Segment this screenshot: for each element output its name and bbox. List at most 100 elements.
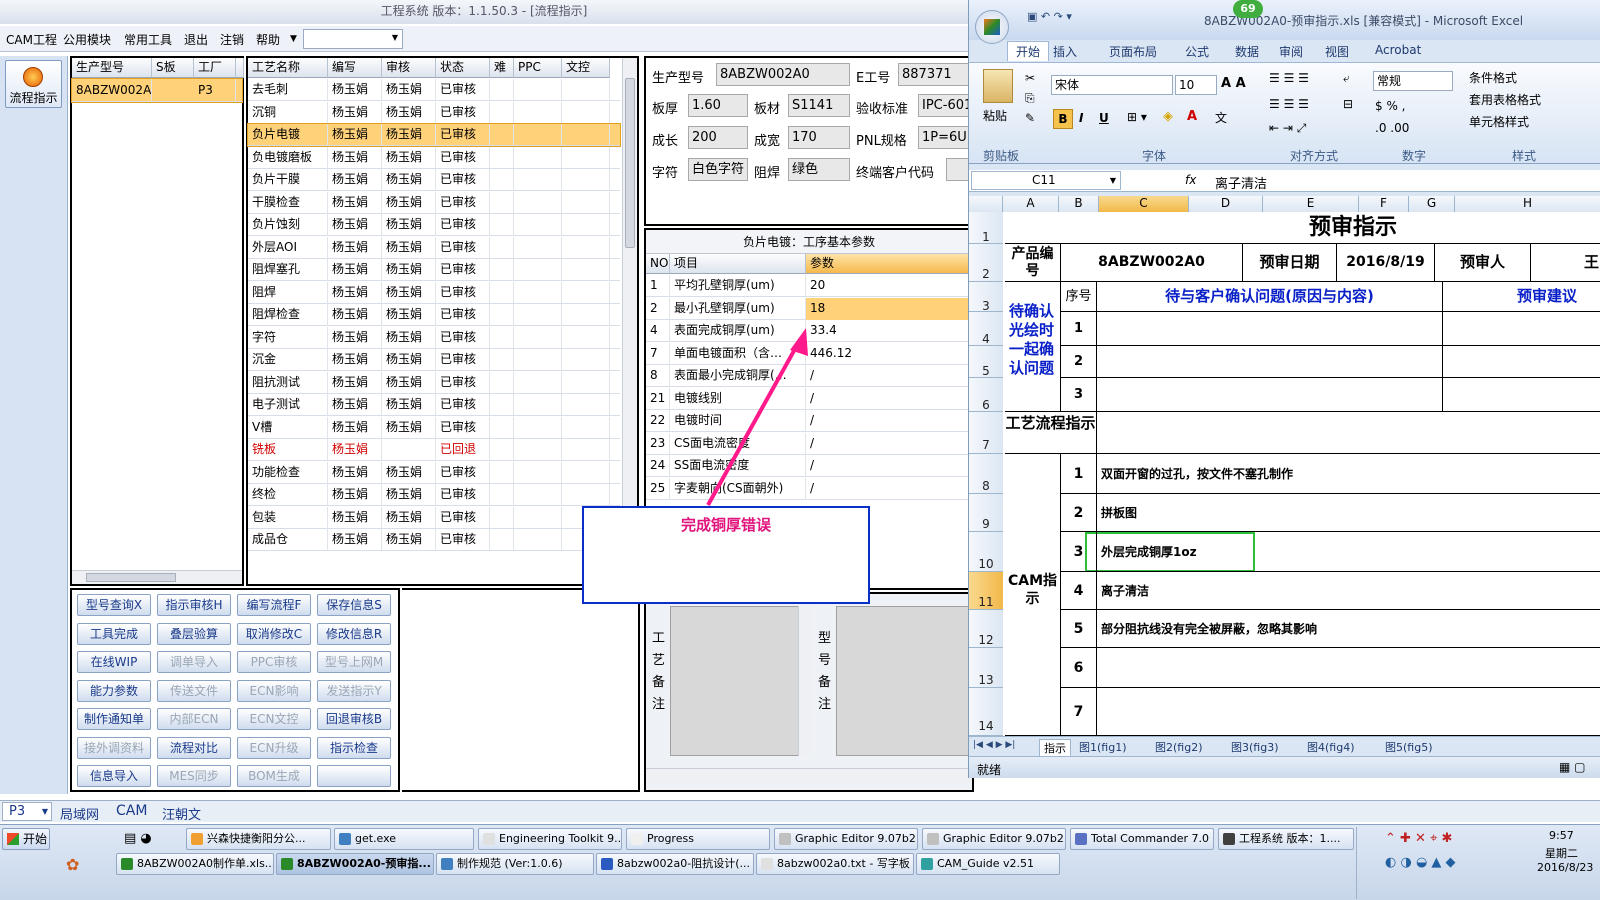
ribbon-tab[interactable]: 审阅 — [1279, 43, 1303, 60]
sheet-title[interactable]: 预审指示 — [1005, 212, 1600, 244]
taskbar-item[interactable]: Graphic Editor 9.07b2... — [922, 828, 1066, 850]
tray-icons-row1[interactable]: ⌃ ✚ ✕ ⌖ ✱ — [1385, 831, 1452, 846]
action-button[interactable]: BOM生成 — [237, 765, 311, 787]
row-header[interactable]: 6 — [969, 378, 1003, 412]
action-button[interactable]: PPC审核 — [237, 651, 311, 673]
table-row[interactable]: 功能检查 杨玉娟 杨玉娟 已审核 — [248, 461, 620, 484]
menu-help[interactable]: 帮助 — [256, 31, 280, 48]
menu-help-dropdown-icon[interactable]: ▼ — [290, 34, 297, 44]
action-button[interactable]: 工具完成 — [77, 622, 151, 645]
row-header[interactable]: 13 — [969, 648, 1003, 688]
row-header[interactable]: 2 — [969, 244, 1003, 282]
action-button[interactable]: ECN影响 — [237, 679, 311, 702]
action-button[interactable]: 流程对比 — [157, 736, 231, 759]
menu-logout[interactable]: 注销 — [220, 31, 244, 48]
taskbar-item[interactable]: 工程系统 版本：1.... — [1218, 828, 1354, 850]
row-header[interactable]: 5 — [969, 346, 1003, 378]
col-header[interactable]: 审核 — [382, 58, 436, 78]
confirm-label[interactable]: 待确认光绘时一起确认问题 — [1005, 282, 1061, 412]
taskbar-item[interactable]: 制作规范 (Ver:1.0.6) — [436, 853, 594, 875]
v-scroll-thumb[interactable] — [625, 78, 635, 248]
reviewer-label[interactable]: 预审人 — [1435, 244, 1531, 282]
action-button[interactable]: 型号上网M — [317, 651, 391, 673]
table-row[interactable]: 阻焊检查 杨玉娟 杨玉娟 已审核 — [248, 304, 620, 326]
action-button[interactable]: 修改信息R — [317, 622, 391, 645]
cam-num[interactable]: 7 — [1061, 688, 1097, 736]
len-field[interactable]: 200 — [688, 126, 748, 149]
cam-item[interactable] — [1097, 688, 1600, 736]
process-notes-field[interactable] — [670, 606, 800, 756]
cam-item[interactable]: 拼板图 — [1097, 494, 1600, 532]
model-notes-field[interactable] — [836, 606, 972, 756]
paste-label[interactable]: 粘贴 — [983, 107, 1007, 124]
product-value[interactable]: 8ABZW002A0 — [1061, 244, 1243, 282]
align-left-icons[interactable]: ☰ ☰ ☰ — [1269, 97, 1309, 111]
std-field[interactable]: IPC-601 — [918, 94, 974, 117]
quick-launch-icons[interactable]: ▤ ◕ — [124, 831, 152, 846]
font-size-box[interactable]: 10 — [1175, 75, 1217, 95]
table-row[interactable]: 去毛刺 杨玉娟 杨玉娟 已审核 — [248, 79, 620, 101]
cam-num[interactable]: 3 — [1061, 532, 1097, 572]
table-row[interactable]: 干膜检查 杨玉娟 杨玉娟 已审核 — [248, 191, 620, 214]
col-header[interactable]: 参数 — [806, 254, 972, 274]
table-row[interactable]: 沉铜 杨玉娟 杨玉娟 已审核 — [248, 101, 620, 124]
table-row[interactable]: 阻焊塞孔 杨玉娟 杨玉娟 已审核 — [248, 259, 620, 281]
col-header[interactable]: 文控 — [562, 58, 610, 78]
suggest-cell[interactable] — [1443, 378, 1600, 412]
cam-num[interactable]: 2 — [1061, 494, 1097, 532]
row-header[interactable]: 1 — [969, 212, 1003, 244]
row-header[interactable]: 7 — [969, 412, 1003, 454]
table-row[interactable]: 负片蚀刻 杨玉娟 杨玉娟 已审核 — [248, 214, 620, 236]
fill-color-icon[interactable]: ◈ — [1163, 109, 1173, 124]
row-header[interactable]: 11 — [969, 572, 1003, 610]
flow-value[interactable] — [1097, 412, 1600, 454]
action-button[interactable]: 保存信息S — [317, 594, 391, 616]
table-row[interactable]: 负片电镀 杨玉娟 杨玉娟 已审核 — [247, 123, 621, 147]
indent-icons[interactable]: ⇤ ⇥ ⤢ — [1269, 121, 1306, 136]
table-row[interactable]: 成品仓 杨玉娟 杨玉娟 已审核 — [248, 529, 620, 551]
grow-font-icon[interactable]: A A — [1221, 76, 1246, 91]
wid-field[interactable]: 170 — [788, 126, 850, 149]
mat-field[interactable]: S1141 — [788, 94, 850, 117]
ribbon-tab[interactable]: 开始 — [1007, 41, 1050, 61]
col-header[interactable]: 状态 — [436, 58, 490, 78]
action-button[interactable]: 调单导入 — [157, 651, 231, 673]
wrap-text-icon[interactable]: ⤶ — [1343, 71, 1350, 86]
model-field[interactable]: 8ABZW002A0 — [716, 63, 850, 86]
product-label[interactable]: 产品编号 — [1005, 244, 1061, 282]
issue-header[interactable]: 待与客户确认问题(原因与内容) — [1097, 282, 1443, 312]
suggest-header[interactable]: 预审建议 — [1443, 282, 1600, 312]
conditional-format-button[interactable]: 条件格式 — [1469, 69, 1517, 86]
action-button[interactable]: 内部ECN — [157, 708, 231, 730]
action-button[interactable]: 取消修改C — [237, 622, 311, 645]
cut-icon[interactable]: ✂ — [1025, 71, 1035, 85]
action-button[interactable]: ECN文控 — [237, 708, 311, 730]
cam-label[interactable]: CAM指示 — [1005, 454, 1061, 736]
tray-icons-row2[interactable]: ◐ ◑ ◒ ▲ ◆ — [1385, 855, 1456, 870]
issue-num[interactable]: 1 — [1061, 312, 1097, 346]
col-header[interactable]: 项目 — [670, 254, 806, 274]
row-header[interactable]: 8 — [969, 454, 1003, 494]
fx-icon[interactable]: fx — [1185, 173, 1196, 187]
taskbar-item[interactable]: Progress — [626, 828, 770, 850]
table-row[interactable]: 1 平均孔壁铜厚(um) 20 — [646, 275, 972, 297]
menu-combo[interactable]: ▼ — [303, 29, 403, 49]
font-color-icon[interactable]: A — [1187, 109, 1197, 124]
cam-num[interactable]: 6 — [1061, 648, 1097, 688]
paste-icon[interactable] — [983, 69, 1013, 103]
bold-button[interactable]: B — [1053, 109, 1073, 129]
col-header[interactable]: 难 — [490, 58, 514, 78]
char-field[interactable]: 白色字符 — [688, 158, 748, 181]
table-row[interactable]: 包装 杨玉娟 杨玉娟 已审核 — [248, 506, 620, 529]
notes-scrollbar[interactable] — [798, 606, 812, 756]
taskbar-item[interactable]: 兴森快捷衡阳分公... — [186, 828, 331, 850]
table-row[interactable]: 阻焊 杨玉娟 杨玉娟 已审核 — [248, 281, 620, 304]
table-format-button[interactable]: 套用表格格式 — [1469, 91, 1541, 108]
row-header[interactable]: 14 — [969, 688, 1003, 736]
row-header[interactable]: 12 — [969, 610, 1003, 648]
col-header[interactable]: 编写 — [328, 58, 382, 78]
taskbar-item[interactable]: 8ABZW002A0-预审指... — [276, 853, 434, 875]
sheet-tab[interactable]: 图4(fig4) — [1303, 739, 1359, 755]
col-header[interactable] — [236, 58, 244, 78]
action-button[interactable]: 型号查询X — [77, 594, 151, 616]
